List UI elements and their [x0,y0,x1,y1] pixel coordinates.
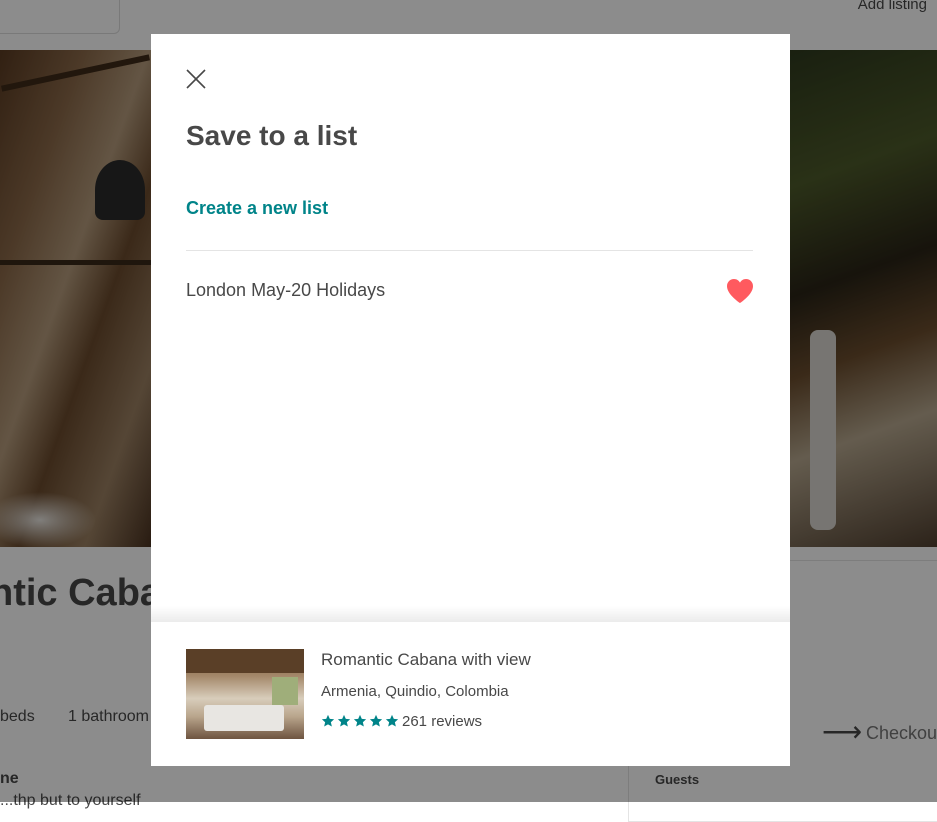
listing-summary: Romantic Cabana with view Armenia, Quind… [151,622,790,766]
listing-title: Romantic Cabana with view [321,650,531,669]
review-count: 261 reviews [402,712,483,730]
divider [186,250,753,251]
rating: 261 reviews [321,712,482,730]
save-to-list-modal: Save to a list Create a new list London … [151,34,790,766]
create-new-list-link[interactable]: Create a new list [186,198,328,219]
close-icon[interactable] [186,69,206,89]
star-icon [385,714,399,727]
heart-icon[interactable] [726,278,754,304]
star-icon [321,714,335,727]
star-icon [337,714,351,727]
list-name: London May-20 Holidays [186,280,386,300]
list-item[interactable]: London May-20 Holidays [186,269,754,313]
star-icon [369,714,383,727]
star-icon [353,714,367,727]
footer-shadow [151,606,790,622]
modal-title: Save to a list [186,120,358,151]
listing-location: Armenia, Quindio, Colombia [321,683,509,700]
listing-thumbnail [186,649,304,739]
